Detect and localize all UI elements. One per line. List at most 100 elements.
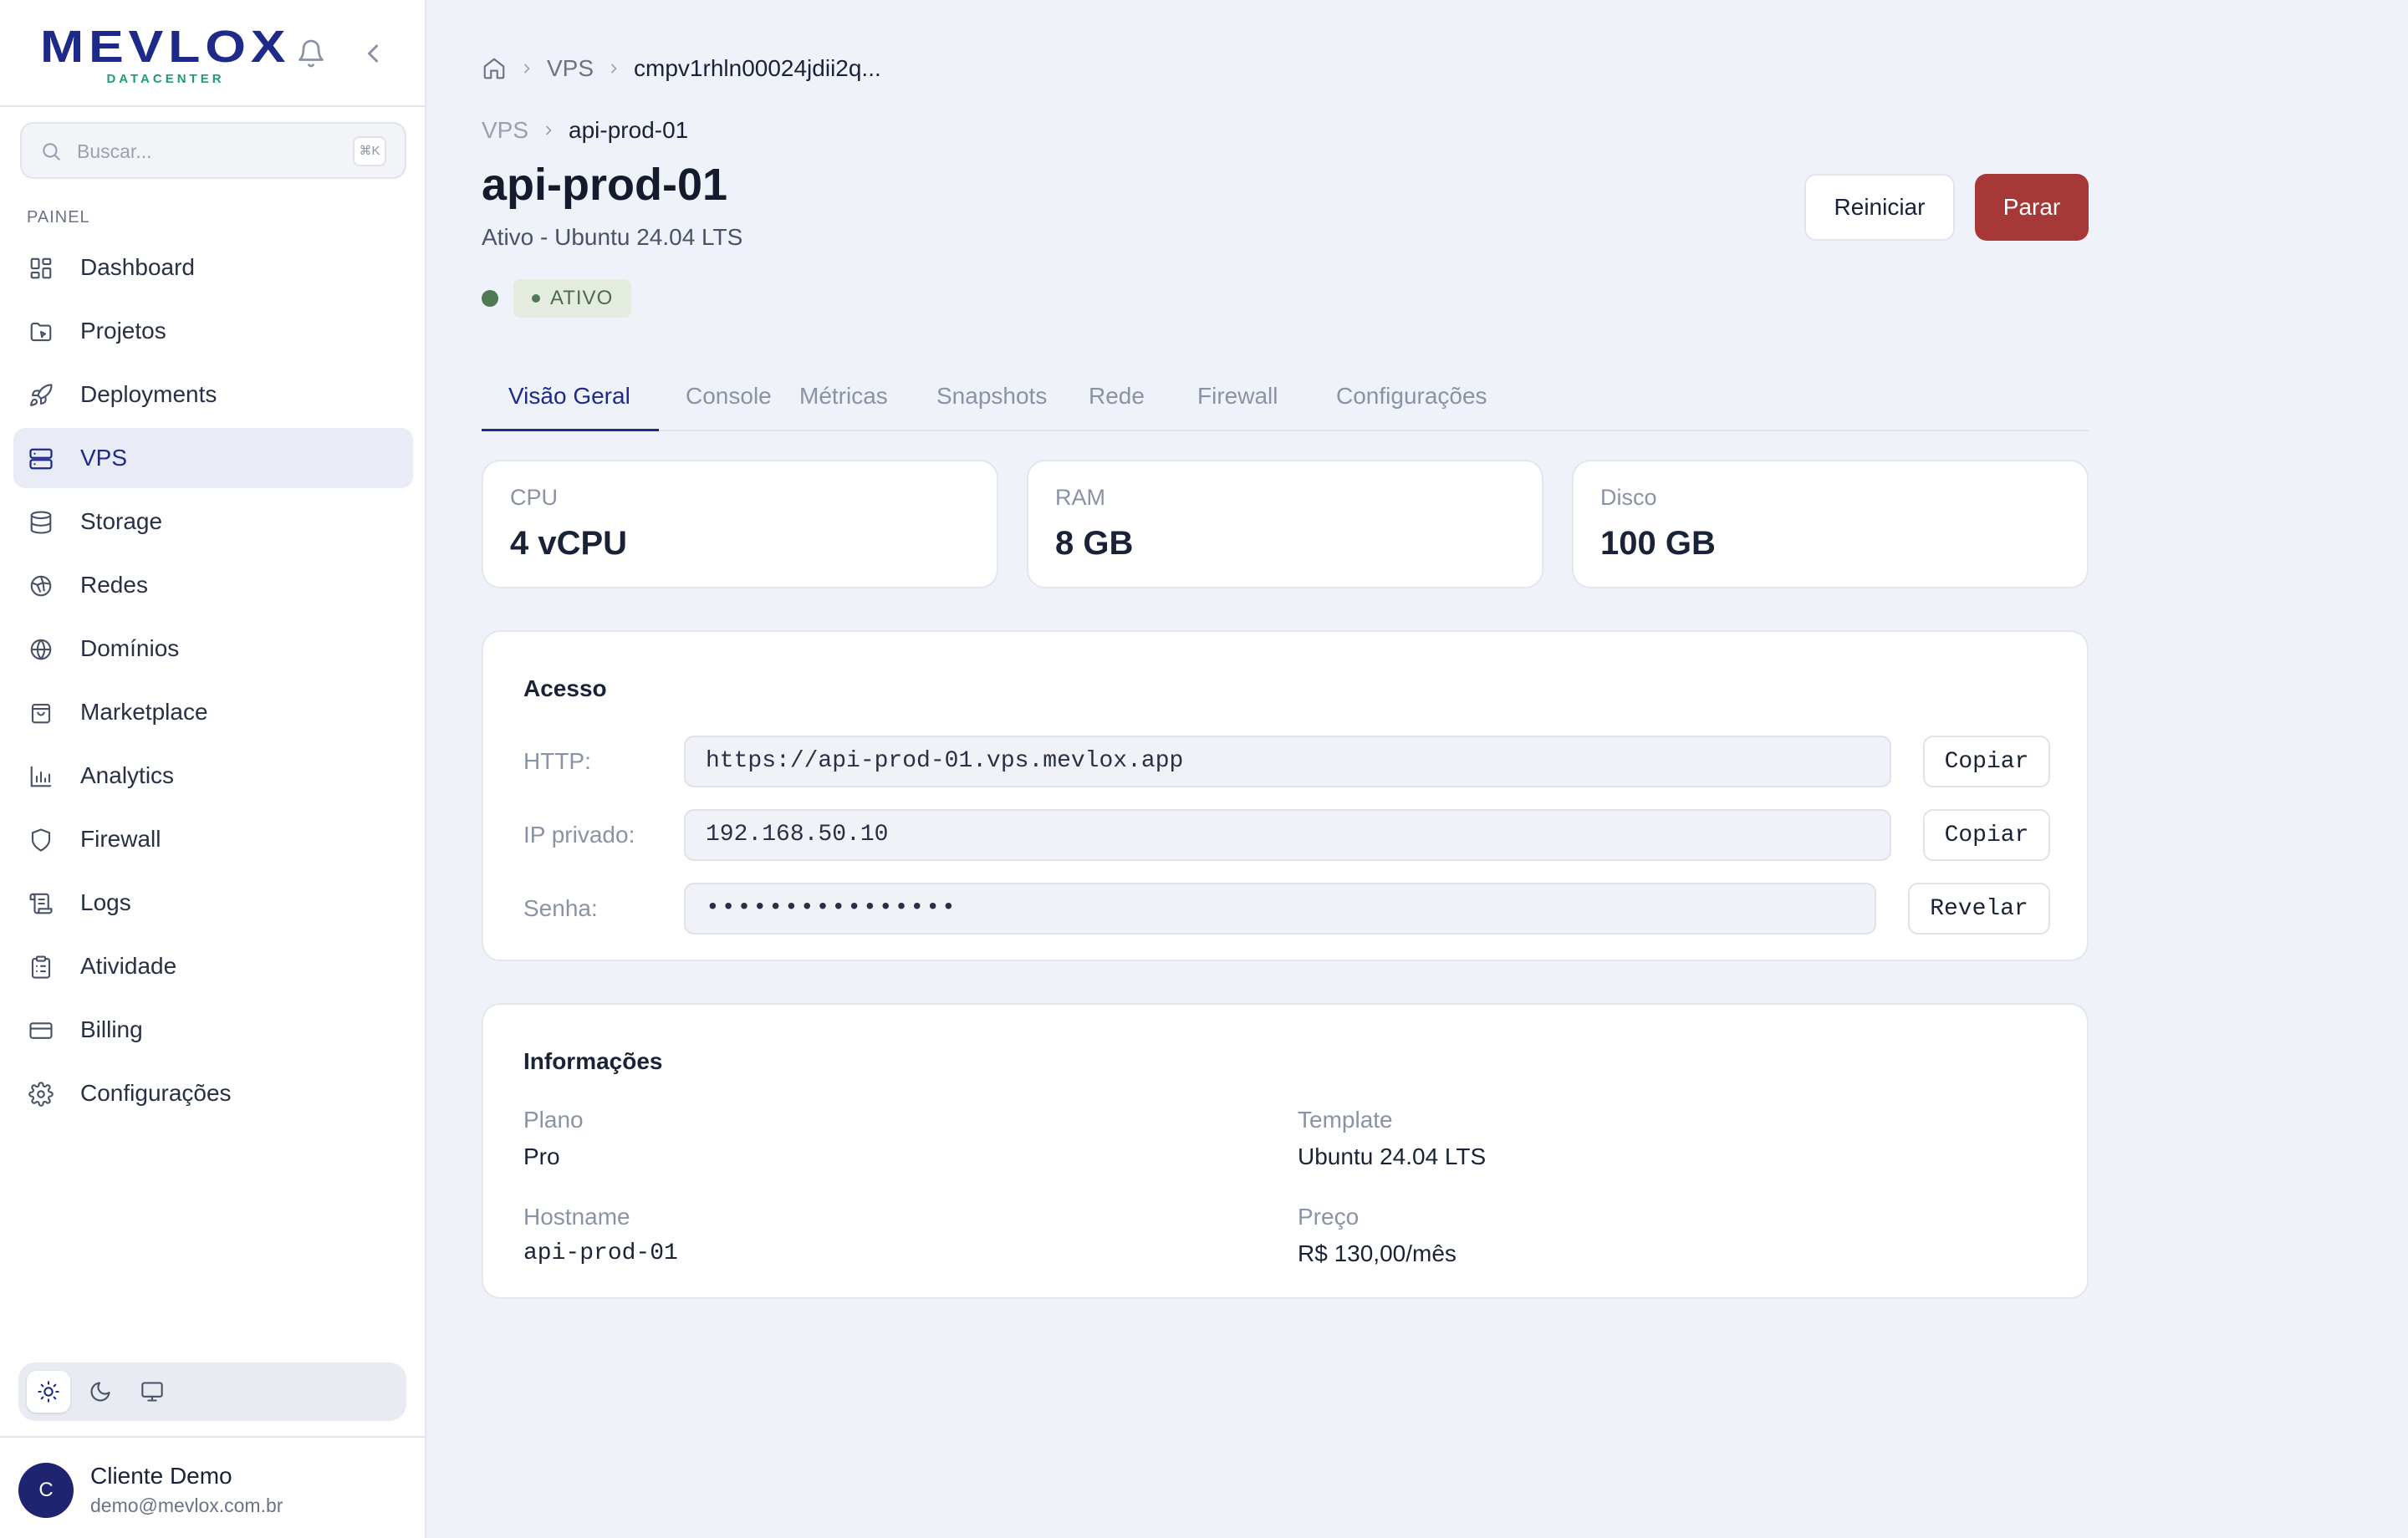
tab-snapshots[interactable]: Snapshots (936, 383, 1047, 410)
sidebar-item-vps[interactable]: VPS (13, 428, 413, 488)
access-row-password: Senha: •••••••••••••••• Revelar (523, 883, 2050, 935)
sidebar-item-dominios[interactable]: Domínios (13, 619, 413, 679)
database-icon (28, 510, 54, 535)
stat-value: 100 GB (1600, 525, 1716, 562)
sidebar-item-marketplace[interactable]: Marketplace (13, 682, 413, 742)
rocket-icon (28, 383, 54, 408)
copy-http-button[interactable]: Copiar (1923, 736, 2050, 787)
stat-label: CPU (510, 485, 559, 510)
sidebar-item-deployments[interactable]: Deployments (13, 364, 413, 425)
sidebar-section-label: PAINEL (27, 208, 90, 227)
monitor-icon (140, 1380, 164, 1403)
user-email: demo@mevlox.com.br (90, 1495, 283, 1516)
stat-label: RAM (1055, 485, 1105, 510)
private-ip-field[interactable]: 192.168.50.10 (684, 809, 1891, 861)
status-badge-label: ATIVO (550, 287, 614, 309)
sidebar-item-label: Firewall (80, 826, 161, 852)
sidebar-item-label: Storage (80, 508, 163, 534)
access-label: HTTP: (523, 748, 591, 774)
password-field[interactable]: •••••••••••••••• (684, 883, 1876, 935)
network-icon (28, 573, 54, 598)
sidebar-item-redes[interactable]: Redes (13, 555, 413, 615)
sidebar-item-firewall[interactable]: Firewall (13, 809, 413, 869)
theme-dark-button[interactable] (79, 1371, 122, 1413)
tab-metricas[interactable]: Métricas (799, 383, 888, 410)
sidebar-item-label: Marketplace (80, 699, 208, 725)
search-placeholder: Buscar... (77, 140, 152, 162)
sidebar-item-projetos[interactable]: Projetos (13, 301, 413, 361)
scroll-icon (28, 891, 54, 916)
status-indicator: ATIVO (482, 279, 632, 318)
search-input[interactable]: Buscar... ⌘K (20, 122, 406, 179)
access-row-ip: IP privado: 192.168.50.10 Copiar (523, 809, 2050, 861)
sidebar-item-label: VPS (80, 445, 128, 471)
sidebar-item-label: Analytics (80, 762, 175, 788)
breadcrumb-current: cmpv1rhln00024jdii2q... (634, 55, 881, 81)
sidebar-item-label: Redes (80, 572, 148, 598)
server-icon (28, 446, 54, 471)
chevron-right-icon (605, 60, 622, 77)
sidebar-item-configuracoes[interactable]: Configurações (13, 1063, 413, 1123)
avatar: C (18, 1463, 74, 1518)
access-label: IP privado: (523, 822, 635, 848)
access-label: Senha: (523, 895, 598, 921)
moon-icon (89, 1380, 112, 1403)
tab-rede[interactable]: Rede (1089, 383, 1145, 410)
info-value-hostname: api-prod-01 (523, 1240, 678, 1266)
sidebar-item-logs[interactable]: Logs (13, 873, 413, 933)
search-icon (40, 140, 62, 162)
info-card-title: Informações (523, 1048, 663, 1074)
folder-icon (28, 319, 54, 344)
search-shortcut-badge: ⌘K (353, 136, 386, 166)
brand-name: MEVLOX (40, 22, 291, 72)
sidebar-item-label: Billing (80, 1016, 143, 1042)
status-badge: ATIVO (513, 279, 632, 318)
chevron-left-icon[interactable] (358, 38, 388, 69)
globe-icon (28, 637, 54, 662)
stat-card-disco: Disco 100 GB (1572, 460, 2089, 588)
stat-card-cpu: CPU 4 vCPU (482, 460, 998, 588)
restart-button[interactable]: Reiniciar (1804, 174, 1955, 241)
breadcrumb-link-vps[interactable]: VPS (482, 117, 528, 144)
sidebar-item-atividade[interactable]: Atividade (13, 936, 413, 996)
chevron-right-icon (518, 60, 535, 77)
user-profile[interactable]: C Cliente Demo demo@mevlox.com.br (0, 1436, 426, 1538)
tab-configuracoes[interactable]: Configurações (1336, 383, 1487, 410)
sidebar-item-billing[interactable]: Billing (13, 1000, 413, 1060)
info-value-preco: R$ 130,00/mês (1298, 1240, 1457, 1266)
copy-ip-button[interactable]: Copiar (1923, 809, 2050, 861)
breadcrumb-secondary: VPS api-prod-01 (482, 117, 688, 144)
sidebar-item-dashboard[interactable]: Dashboard (13, 237, 413, 298)
tab-console[interactable]: Console (686, 383, 772, 410)
stop-button[interactable]: Parar (1975, 174, 2089, 241)
info-label-preco: Preço (1298, 1204, 1360, 1230)
tab-visao-geral[interactable]: Visão Geral (508, 383, 630, 410)
http-url-field[interactable]: https://api-prod-01.vps.mevlox.app (684, 736, 1891, 787)
sidebar-item-label: Dashboard (80, 254, 195, 280)
sidebar-item-analytics[interactable]: Analytics (13, 746, 413, 806)
reveal-password-button[interactable]: Revelar (1908, 883, 2050, 935)
active-tab-indicator (482, 429, 659, 431)
stat-value: 8 GB (1055, 525, 1134, 562)
sidebar-item-label: Deployments (80, 381, 217, 407)
sidebar-item-label: Configurações (80, 1080, 232, 1106)
bell-icon[interactable] (296, 38, 326, 69)
access-row-http: HTTP: https://api-prod-01.vps.mevlox.app… (523, 736, 2050, 787)
info-label-hostname: Hostname (523, 1204, 630, 1230)
access-card-title: Acesso (523, 675, 607, 701)
brand-logo[interactable]: MEVLOX DATACENTER (40, 23, 286, 86)
info-value-template: Ubuntu 24.04 LTS (1298, 1143, 1487, 1169)
theme-light-button[interactable] (27, 1371, 70, 1413)
breadcrumb: VPS cmpv1rhln00024jdii2q... (482, 55, 881, 82)
chevron-right-icon (540, 122, 557, 139)
sun-icon (37, 1380, 60, 1403)
home-icon[interactable] (482, 56, 507, 81)
breadcrumb-link-vps[interactable]: VPS (547, 55, 594, 82)
brand-subtitle: DATACENTER (106, 72, 225, 86)
stat-value: 4 vCPU (510, 525, 628, 562)
theme-system-button[interactable] (130, 1371, 174, 1413)
tab-firewall[interactable]: Firewall (1197, 383, 1278, 410)
sidebar-item-storage[interactable]: Storage (13, 491, 413, 552)
clipboard-icon (28, 955, 54, 980)
sidebar-item-label: Domínios (80, 635, 180, 661)
